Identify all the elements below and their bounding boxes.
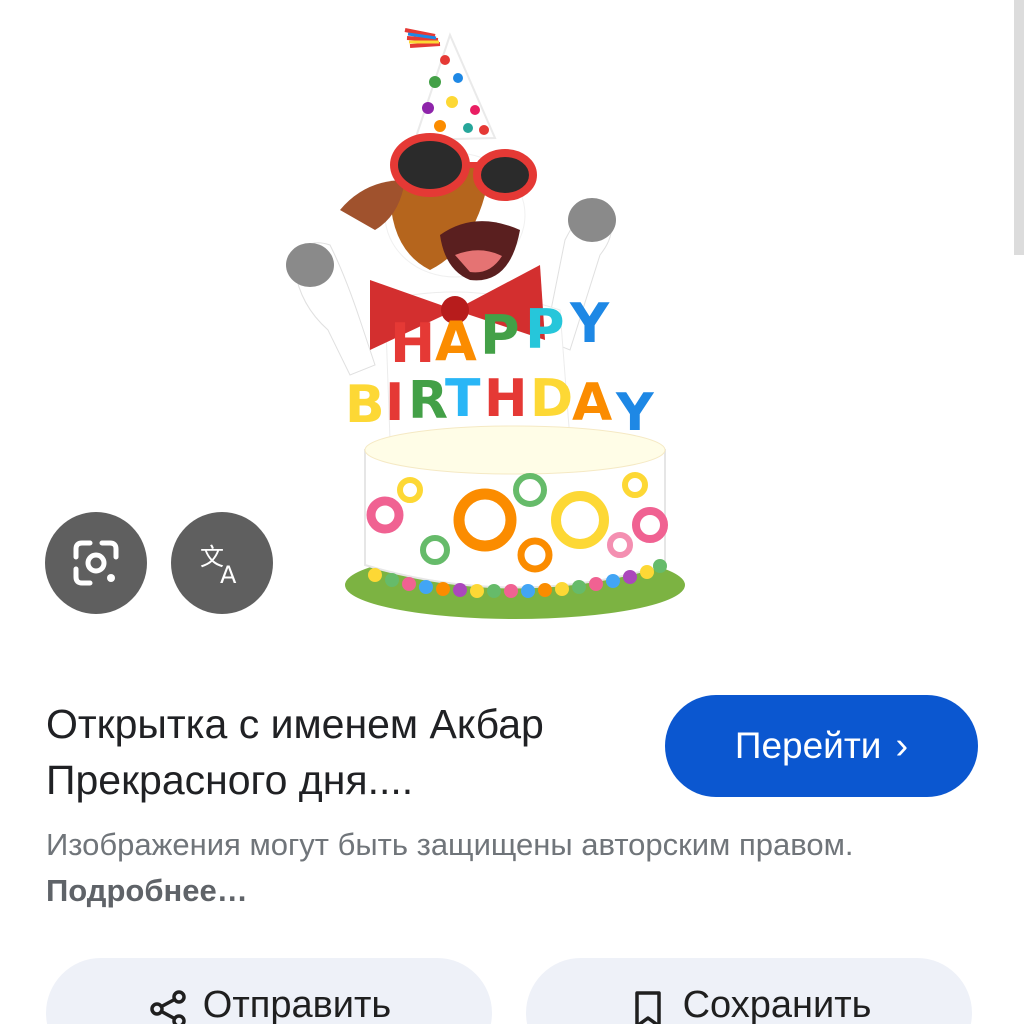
result-title: Открытка с именем Акбар Прекрасного дня.…: [46, 701, 544, 803]
visit-button-label: Перейти: [734, 725, 882, 766]
svg-text:T: T: [445, 369, 481, 429]
svg-text:H: H: [390, 312, 435, 375]
chevron-right-icon: ›: [895, 725, 909, 767]
svg-text:P: P: [525, 298, 565, 361]
svg-text:R: R: [408, 371, 448, 431]
svg-text:H: H: [484, 369, 528, 429]
svg-text:Y: Y: [569, 292, 610, 355]
translate-icon: 文 A: [200, 543, 237, 589]
svg-text:P: P: [480, 304, 520, 367]
visit-button[interactable]: Перейти ›: [665, 695, 978, 797]
svg-text:B: B: [345, 375, 385, 435]
image-preview-page: H A P P Y B I R T H D A Y 文 A Открытка с…: [0, 0, 1024, 1024]
svg-text:I: I: [385, 373, 404, 433]
bookmark-icon: [634, 991, 661, 1024]
translate-button[interactable]: 文 A: [171, 512, 273, 614]
copyright-notice: Изображения могут быть защищены авторски…: [46, 822, 946, 914]
svg-text:A: A: [572, 373, 612, 433]
copyright-text: Изображения могут быть защищены авторски…: [46, 827, 854, 862]
scrollbar[interactable]: [1014, 0, 1024, 255]
share-label: Отправить: [202, 984, 392, 1024]
birthday-dog-illustration: H A P P Y B I R T H D A Y: [286, 28, 685, 619]
svg-text:A: A: [435, 310, 477, 373]
svg-text:A: A: [220, 561, 237, 589]
save-label: Сохранить: [682, 984, 872, 1024]
share-button[interactable]: Отправить: [46, 958, 492, 1024]
share-icon: [150, 990, 186, 1024]
svg-text:D: D: [530, 369, 573, 429]
preview-image[interactable]: H A P P Y B I R T H D A Y: [240, 20, 720, 660]
google-lens-icon: [73, 540, 119, 586]
google-lens-button[interactable]: [45, 512, 147, 614]
learn-more-link[interactable]: Подробнее…: [46, 873, 248, 908]
save-button[interactable]: Сохранить: [526, 958, 972, 1024]
